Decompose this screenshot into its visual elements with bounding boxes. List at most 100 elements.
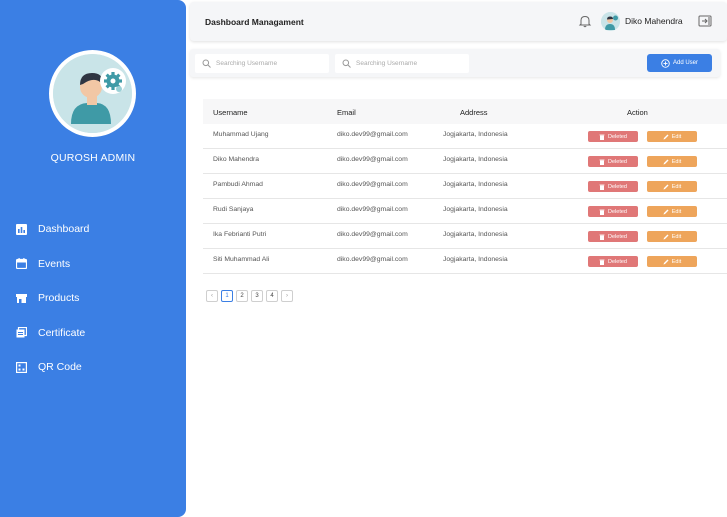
sidebar-item-label: Certificate <box>38 326 86 339</box>
cell-username: Muhammad Ujang <box>213 131 269 138</box>
pencil-icon <box>663 159 669 164</box>
calendar-icon <box>15 258 27 270</box>
edit-button[interactable]: Edit <box>647 131 697 142</box>
cell-address: Jogjakarta, Indonesia <box>443 206 508 213</box>
edit-label: Edit <box>671 183 682 190</box>
column-header-username: Username <box>213 108 248 117</box>
pencil-icon <box>663 259 669 264</box>
cell-username: Ika Febrianti Putri <box>213 231 267 238</box>
top-header: Dashboard Managament Diko Mahendra <box>190 2 727 41</box>
cell-email: diko.dev99@gmail.com <box>337 181 408 188</box>
table-row: Rudi Sanjaya diko.dev99@gmail.com Jogjakar… <box>203 199 727 224</box>
next-page-button[interactable]: › <box>281 290 293 302</box>
bar-chart-icon <box>15 223 27 235</box>
add-user-button[interactable]: Add User <box>647 54 712 72</box>
admin-avatar <box>49 50 136 137</box>
cell-address: Jogjakarta, Indonesia <box>443 181 508 188</box>
users-table: Username Email Address Action Muhammad U… <box>203 99 727 274</box>
cell-address: Jogjakarta, Indonesia <box>443 231 508 238</box>
sidebar-item-label: Events <box>38 257 71 270</box>
search-toolbar: Searching Username Searching Username Ad… <box>190 49 720 77</box>
qr-code-icon <box>15 361 27 373</box>
delete-label: Deleted <box>608 133 627 140</box>
sidebar-item-label: Products <box>38 292 80 304</box>
logout-icon[interactable] <box>698 14 712 28</box>
edit-label: Edit <box>671 133 682 140</box>
sidebar-nav: Dashboard Events Products Certificate QR… <box>0 218 186 391</box>
cell-username: Siti Muhammad Ali <box>213 256 270 263</box>
sidebar-item-label: QR Code <box>38 361 82 373</box>
edit-label: Edit <box>671 158 682 165</box>
page-button-3[interactable]: 3 <box>251 290 263 302</box>
plus-circle-icon <box>661 58 670 68</box>
delete-button[interactable]: Deleted <box>588 256 638 267</box>
trash-icon <box>599 259 605 265</box>
delete-button[interactable]: Deleted <box>588 231 638 242</box>
edit-button[interactable]: Edit <box>647 181 697 192</box>
sidebar-item-qr-code[interactable]: QR Code <box>0 356 186 378</box>
pencil-icon <box>663 184 669 189</box>
edit-label: Edit <box>671 233 682 240</box>
cell-address: Jogjakarta, Indonesia <box>443 131 508 138</box>
table-header: Username Email Address Action <box>203 99 727 124</box>
column-header-action: Action <box>627 108 648 117</box>
table-row: Diko Mahendra diko.dev99@gmail.com Jogjaka… <box>203 149 727 174</box>
sidebar-item-label: Dashboard <box>38 223 90 235</box>
page-title: Dashboard Managament <box>205 17 304 27</box>
cell-username: Rudi Sanjaya <box>213 206 254 213</box>
trash-icon <box>599 159 605 165</box>
edit-button[interactable]: Edit <box>647 256 697 267</box>
delete-label: Deleted <box>608 158 627 165</box>
add-user-label: Add User <box>672 60 698 66</box>
admin-name: QUROSH ADMIN <box>50 152 136 164</box>
page-button-2[interactable]: 2 <box>236 290 248 302</box>
delete-button[interactable]: Deleted <box>588 156 638 167</box>
search-input[interactable]: Searching Username <box>195 54 329 73</box>
delete-button[interactable]: Deleted <box>588 206 638 217</box>
table-row: Ika Febrianti Putri diko.dev99@gmail.com J… <box>203 224 727 249</box>
page-button-1[interactable]: 1 <box>221 290 233 302</box>
column-header-email: Email <box>337 108 356 117</box>
pagination: ‹ 1 2 3 4 › <box>206 290 296 302</box>
delete-label: Deleted <box>608 258 627 265</box>
sidebar-item-dashboard[interactable]: Dashboard <box>0 218 186 240</box>
delete-label: Deleted <box>608 183 627 190</box>
pencil-icon <box>663 134 669 139</box>
bell-icon[interactable] <box>578 14 592 28</box>
column-header-address: Address <box>460 108 488 117</box>
delete-button[interactable]: Deleted <box>588 181 638 192</box>
table-row: Muhammad Ujang diko.dev99@gmail.com Jogjak… <box>203 124 727 149</box>
store-icon <box>15 292 27 304</box>
delete-label: Deleted <box>608 208 627 215</box>
prev-page-button[interactable]: ‹ <box>206 290 218 302</box>
search-input-2[interactable]: Searching Username <box>335 54 469 73</box>
edit-button[interactable]: Edit <box>647 231 697 242</box>
cell-email: diko.dev99@gmail.com <box>337 256 408 263</box>
delete-label: Deleted <box>608 233 627 240</box>
cell-address: Jogjakarta, Indonesia <box>443 156 508 163</box>
cell-email: diko.dev99@gmail.com <box>337 206 408 213</box>
certificate-icon <box>15 327 27 339</box>
edit-button[interactable]: Edit <box>647 206 697 217</box>
trash-icon <box>599 234 605 240</box>
trash-icon <box>599 209 605 215</box>
cell-username: Pambudi Ahmad <box>213 181 263 188</box>
sidebar-item-certificate[interactable]: Certificate <box>0 322 186 344</box>
page-button-4[interactable]: 4 <box>266 290 278 302</box>
delete-button[interactable]: Deleted <box>588 131 638 142</box>
trash-icon <box>599 134 605 140</box>
sidebar-item-products[interactable]: Products <box>0 287 186 309</box>
pencil-icon <box>663 234 669 239</box>
edit-label: Edit <box>671 208 682 215</box>
edit-button[interactable]: Edit <box>647 156 697 167</box>
pencil-icon <box>663 209 669 214</box>
sidebar: QUROSH ADMIN Dashboard Events Products C… <box>0 0 186 517</box>
user-name[interactable]: Diko Mahendra <box>625 16 683 26</box>
cell-email: diko.dev99@gmail.com <box>337 131 408 138</box>
search-icon <box>202 59 211 68</box>
user-avatar[interactable] <box>601 12 620 31</box>
sidebar-item-events[interactable]: Events <box>0 253 186 275</box>
cell-email: diko.dev99@gmail.com <box>337 231 408 238</box>
edit-label: Edit <box>671 258 682 265</box>
search-icon <box>342 59 351 68</box>
